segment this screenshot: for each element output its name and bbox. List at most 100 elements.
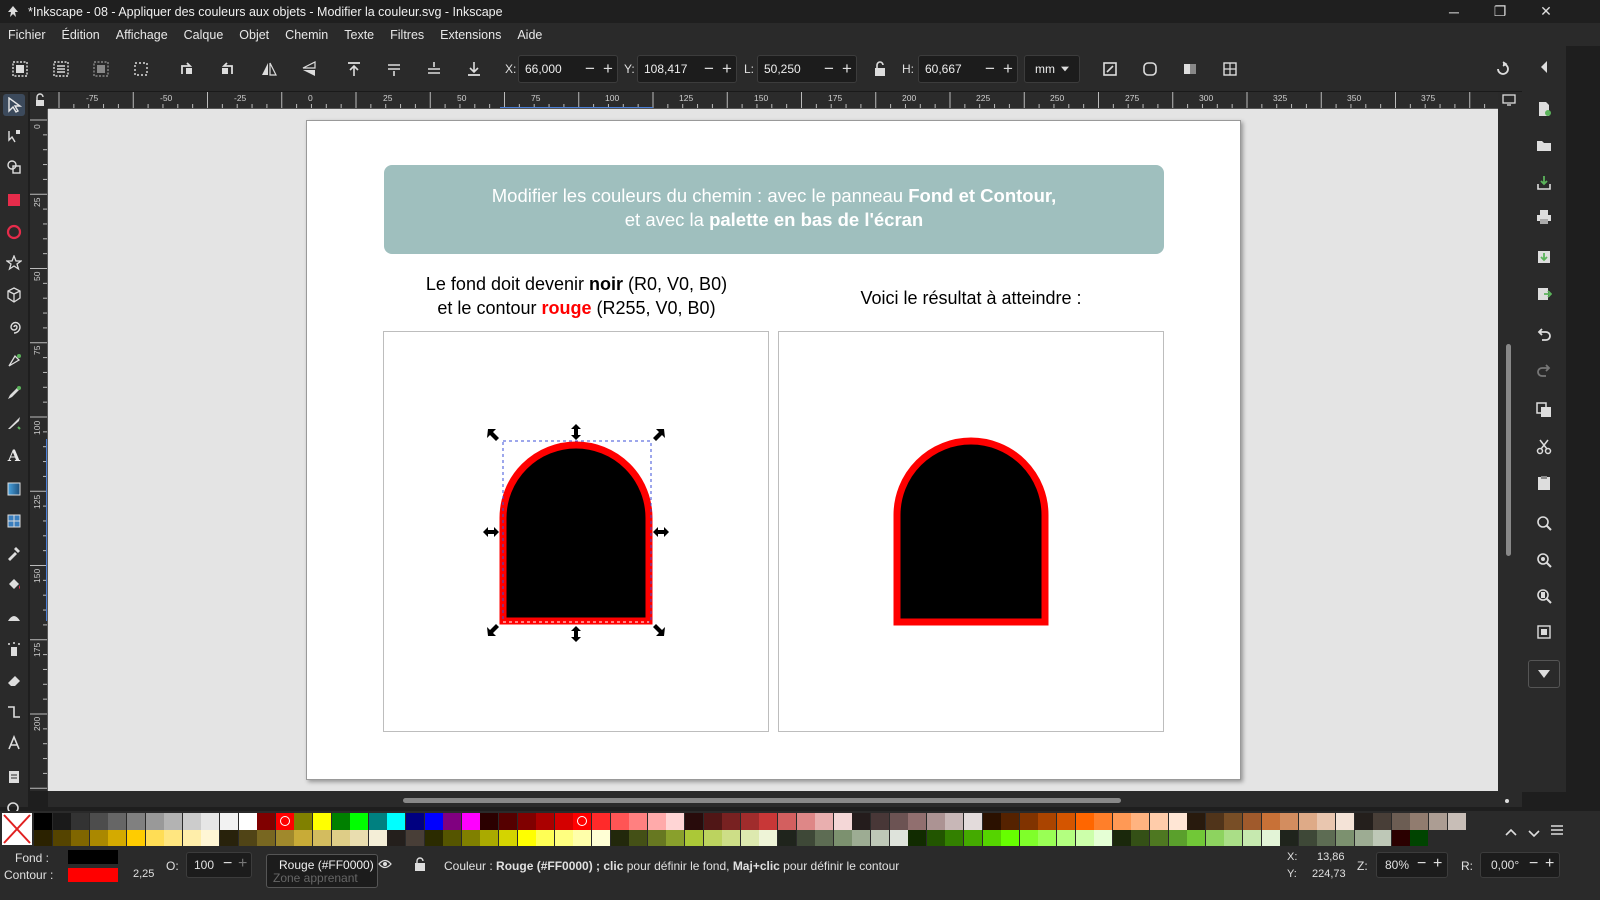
color-swatch[interactable] (1038, 813, 1057, 830)
color-swatch[interactable] (964, 813, 982, 830)
spray-tool-icon[interactable] (3, 638, 25, 660)
no-paint-swatch[interactable] (2, 813, 32, 845)
stroke-width-value[interactable]: 2,25 (133, 868, 154, 880)
gradient-tool-icon[interactable] (3, 478, 25, 500)
scale-handle-sw[interactable] (487, 624, 499, 636)
lower-to-bottom-icon[interactable] (463, 58, 485, 80)
color-swatch[interactable] (1057, 813, 1075, 830)
color-swatch[interactable] (443, 830, 462, 847)
color-swatch[interactable] (1354, 830, 1373, 847)
color-swatch[interactable] (108, 830, 127, 847)
color-swatch[interactable] (610, 813, 629, 830)
color-swatch[interactable] (406, 813, 424, 830)
import-icon[interactable] (1533, 246, 1555, 268)
right-frame[interactable] (778, 331, 1164, 732)
color-swatch[interactable] (1298, 813, 1317, 830)
color-swatch[interactable] (331, 813, 350, 830)
color-swatch[interactable] (554, 813, 573, 830)
menu-texte[interactable]: Texte (336, 28, 382, 42)
color-swatch[interactable] (480, 830, 499, 847)
color-swatch[interactable] (275, 813, 294, 830)
color-swatch[interactable] (1391, 830, 1410, 847)
connector-tool-icon[interactable] (3, 701, 25, 723)
color-swatch[interactable] (554, 830, 573, 847)
minimize-button[interactable]: ─ (1431, 0, 1477, 23)
unit-select[interactable]: mm (1024, 55, 1080, 83)
scale-handle-n[interactable] (571, 424, 581, 440)
touch-select-icon[interactable] (130, 58, 152, 80)
scale-handle-s[interactable] (571, 626, 581, 642)
x-increment-icon[interactable]: + (603, 59, 613, 79)
menu-aide[interactable]: Aide (509, 28, 550, 42)
color-swatch[interactable] (387, 830, 406, 847)
palette-scroll-up-icon[interactable] (1505, 823, 1517, 836)
color-swatch[interactable] (145, 813, 164, 830)
color-swatch[interactable] (1243, 830, 1261, 847)
color-swatch[interactable] (1205, 830, 1224, 847)
color-swatch[interactable] (127, 813, 145, 830)
color-swatch[interactable] (1391, 813, 1410, 830)
color-swatch[interactable] (1168, 813, 1187, 830)
menu-affichage[interactable]: Affichage (108, 28, 176, 42)
flip-vertical-icon[interactable] (298, 58, 320, 80)
color-swatch[interactable] (889, 813, 908, 830)
star-tool-icon[interactable] (3, 252, 25, 274)
flip-horizontal-icon[interactable] (258, 58, 280, 80)
save-icon[interactable] (1533, 172, 1555, 194)
height-value[interactable]: 60,667 (925, 62, 962, 76)
color-swatch[interactable] (52, 813, 71, 830)
opacity-increment-icon[interactable]: + (238, 855, 247, 873)
color-swatch[interactable] (945, 813, 964, 830)
color-swatch[interactable] (1224, 813, 1243, 830)
color-swatch[interactable] (406, 830, 424, 847)
height-spinbox[interactable]: 60,667 − + (918, 55, 1018, 83)
color-swatch[interactable] (331, 830, 350, 847)
color-swatch[interactable] (722, 813, 741, 830)
display-mode-icon[interactable] (1502, 94, 1516, 106)
color-swatch[interactable] (1447, 813, 1466, 830)
height-increment-icon[interactable]: + (1003, 59, 1013, 79)
color-swatch[interactable] (368, 813, 387, 830)
color-swatch[interactable] (443, 813, 462, 830)
color-swatch[interactable] (1150, 813, 1168, 830)
color-swatch[interactable] (1001, 813, 1020, 830)
transform-gradients-icon[interactable] (1179, 58, 1201, 80)
rotation-spinbox[interactable]: 0,00° − + (1480, 852, 1560, 878)
pen-tool-icon[interactable] (3, 350, 25, 372)
width-increment-icon[interactable]: + (842, 59, 852, 79)
transform-patterns-icon[interactable] (1219, 58, 1241, 80)
color-swatch[interactable] (926, 813, 945, 830)
scale-handle-se[interactable] (653, 624, 665, 636)
layer-selector[interactable]: Zone apprenant Rouge (#FF0000) (266, 854, 378, 888)
color-swatch[interactable] (1410, 813, 1429, 830)
maximize-button[interactable]: ❐ (1477, 0, 1523, 23)
instruction-banner[interactable]: Modifier les couleurs du chemin : avec l… (384, 165, 1164, 254)
color-swatch[interactable] (1317, 830, 1336, 847)
color-swatch[interactable] (796, 813, 815, 830)
node-tool-icon[interactable] (3, 125, 25, 147)
menu-extensions[interactable]: Extensions (432, 28, 509, 42)
zoom-drawing-icon[interactable] (1533, 549, 1555, 571)
palette-scroll-down-icon[interactable] (1528, 825, 1540, 838)
scale-handle-e[interactable] (653, 527, 669, 537)
color-swatch[interactable] (461, 813, 480, 830)
rotate-cw-icon[interactable] (216, 58, 238, 80)
color-swatch[interactable] (647, 813, 666, 830)
color-swatch[interactable] (592, 813, 610, 830)
menu-calque[interactable]: Calque (176, 28, 232, 42)
color-swatch[interactable] (1038, 830, 1057, 847)
height-decrement-icon[interactable]: − (985, 59, 995, 79)
pages-tool-icon[interactable] (3, 766, 25, 788)
color-swatch[interactable] (71, 813, 90, 830)
color-swatch[interactable] (666, 813, 685, 830)
raise-icon[interactable] (383, 58, 405, 80)
color-swatch[interactable] (722, 830, 741, 847)
color-swatch[interactable] (52, 830, 71, 847)
color-swatch[interactable] (926, 830, 945, 847)
color-swatch[interactable] (201, 830, 220, 847)
color-swatch[interactable] (1429, 813, 1447, 830)
rotation-value[interactable]: 0,00° (1491, 858, 1519, 872)
color-swatch[interactable] (89, 830, 108, 847)
y-value[interactable]: 108,417 (644, 62, 687, 76)
color-swatch[interactable] (127, 830, 145, 847)
